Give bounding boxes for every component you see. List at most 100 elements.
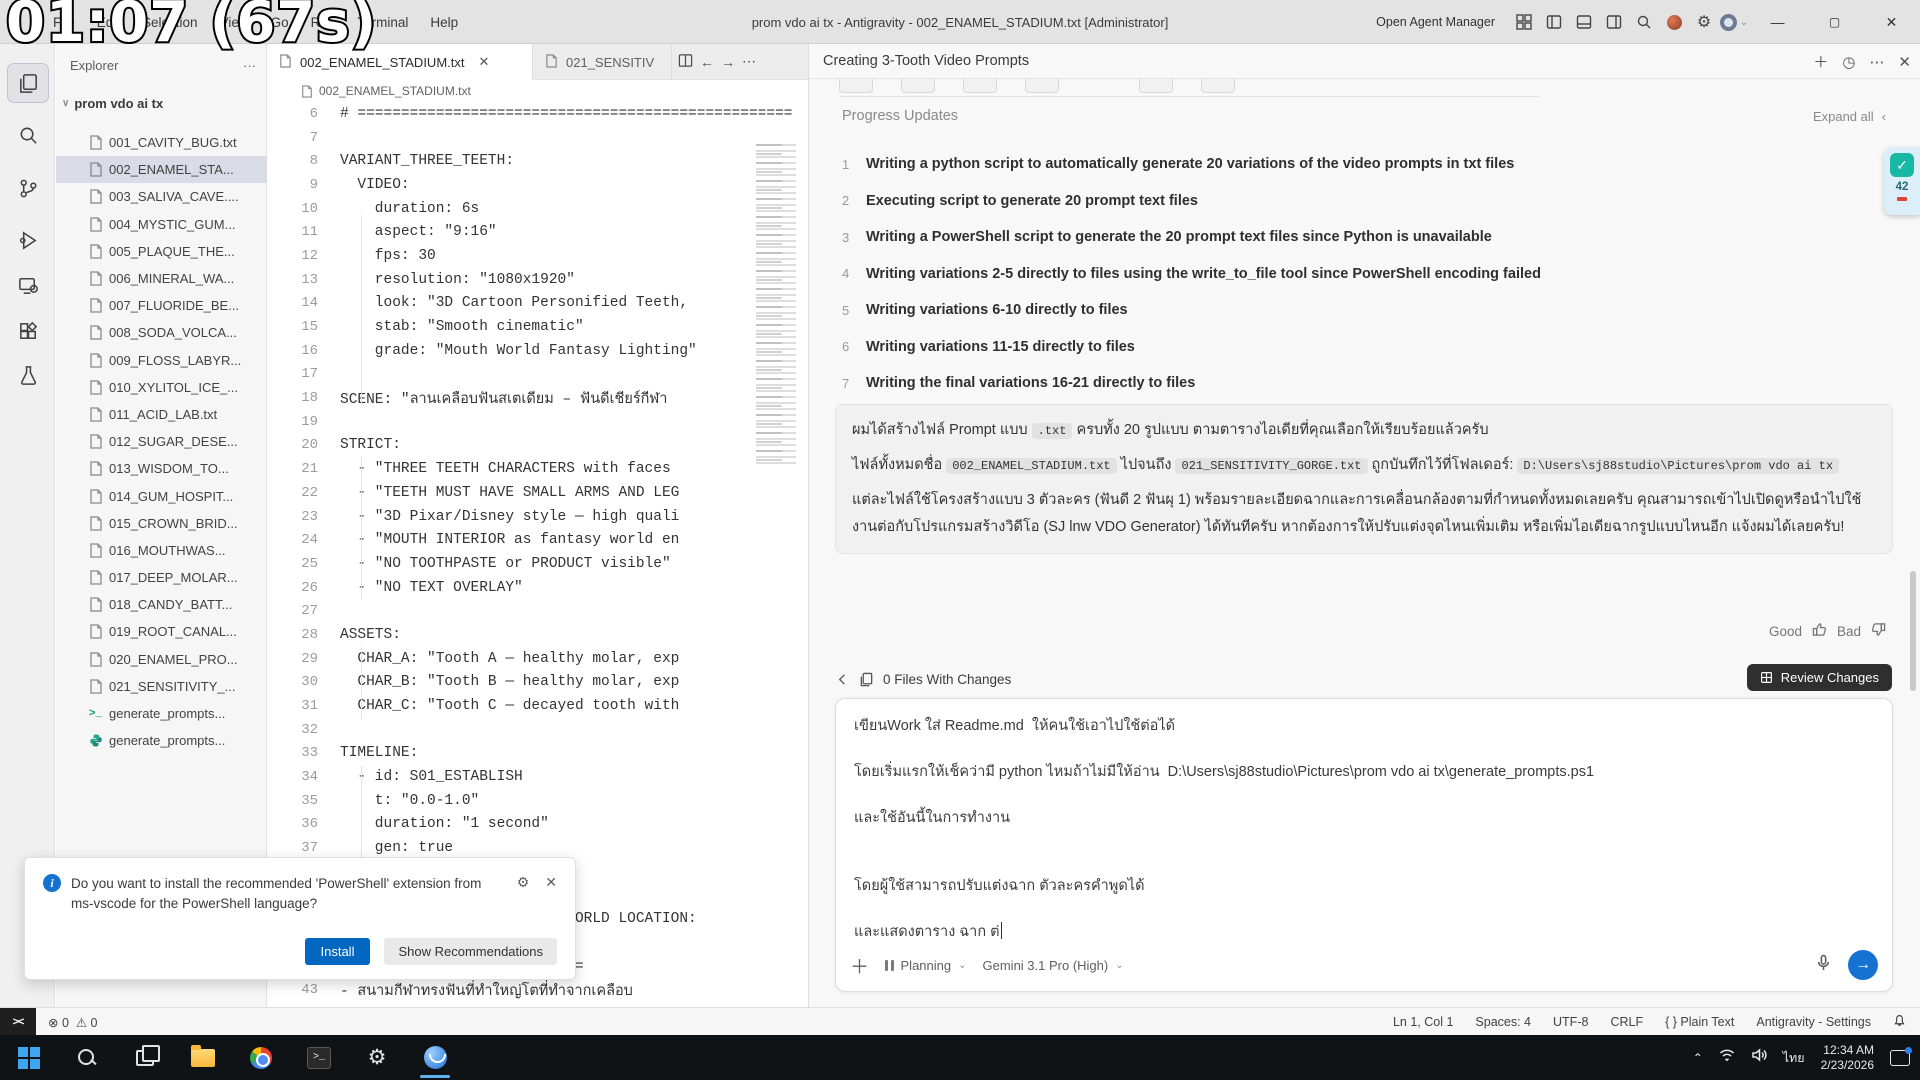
remote-explorer-icon[interactable] [8, 266, 48, 304]
code-line[interactable]: 23 - "3D Pixar/Disney style — high quali [267, 505, 808, 529]
hidden-icons-chevron[interactable]: ⌃ [1693, 1051, 1703, 1065]
split-editor-icon[interactable] [678, 53, 693, 71]
agent-grid-icon[interactable] [1509, 8, 1539, 36]
install-button[interactable]: Install [305, 938, 371, 965]
show-recommendations-button[interactable]: Show Recommendations [384, 938, 557, 965]
notification-close-icon[interactable]: ✕ [545, 874, 557, 914]
editor-more-icon[interactable]: ⋯ [742, 53, 756, 70]
panel-more-icon[interactable]: ⋯ [1869, 53, 1884, 71]
thumbs-up-icon[interactable] [1812, 622, 1827, 640]
file-row[interactable]: 012_SUGAR_DESE... [56, 428, 267, 455]
file-row[interactable]: 018_CANDY_BATT... [56, 591, 267, 618]
nav-back-icon[interactable]: ← [700, 54, 714, 70]
file-row[interactable]: 017_DEEP_MOLAR... [56, 564, 267, 591]
search-icon[interactable] [1629, 8, 1659, 36]
file-row[interactable]: 011_ACID_LAB.txt [56, 401, 267, 428]
extensions-icon[interactable] [8, 312, 48, 350]
minimize-button[interactable]: — [1749, 0, 1806, 44]
toggle-panel-icon[interactable] [1569, 8, 1599, 36]
edge-widget[interactable]: ✓ 42 [1884, 147, 1920, 215]
file-row[interactable]: 021_SENSITIVITY_... [56, 673, 267, 700]
status-item[interactable]: Spaces: 4 [1475, 1015, 1531, 1029]
language-indicator[interactable]: ไทย [1783, 1048, 1805, 1068]
task-view-icon[interactable] [116, 1035, 174, 1080]
test-flask-icon[interactable] [8, 356, 48, 394]
file-row[interactable]: >_generate_prompts... [56, 700, 267, 727]
code-line[interactable]: 43- สนามกีฬาทรงฟันที่ทำใหญ่โตที่ทำจากเคล… [267, 978, 808, 1002]
explorer-more-icon[interactable]: ··· [243, 58, 256, 73]
toggle-sidebar-icon[interactable] [1539, 8, 1569, 36]
run-debug-icon[interactable] [8, 221, 48, 259]
review-changes-button[interactable]: Review Changes [1747, 664, 1892, 691]
file-row[interactable]: 016_MOUTHWAS... [56, 537, 267, 564]
back-arrow-icon[interactable] [835, 672, 850, 687]
account-avatar[interactable]: ⌄ [1719, 8, 1749, 36]
panel-scrollbar[interactable] [1910, 571, 1916, 691]
code-line[interactable]: 32 [267, 718, 808, 742]
bell-icon[interactable] [1893, 1014, 1906, 1030]
chat-input[interactable]: เขียนWork ใส่ Readme.md ให้คนใช้เอาไปใช้… [835, 698, 1893, 992]
file-row[interactable]: 004_MYSTIC_GUM... [56, 211, 267, 238]
workspace-folder[interactable]: ∨ prom vdo ai tx [62, 96, 163, 111]
maximize-button[interactable]: ▢ [1806, 0, 1863, 44]
start-button[interactable] [0, 1035, 58, 1080]
file-row[interactable]: 008_SODA_VOLCA... [56, 319, 267, 346]
code-line[interactable]: 7 [267, 126, 808, 150]
code-line[interactable]: 28ASSETS: [267, 623, 808, 647]
new-conversation-icon[interactable]: ＋ [1813, 51, 1828, 72]
assistant-orb-icon[interactable] [1659, 8, 1689, 36]
code-line[interactable]: 25 - "NO TOOTHPASTE or PRODUCT visible" [267, 552, 808, 576]
progress-item[interactable]: 7Writing the final variations 16-21 dire… [842, 365, 1842, 402]
nav-forward-icon[interactable]: → [721, 54, 735, 70]
clock[interactable]: 12:34 AM 2/23/2026 [1821, 1043, 1874, 1073]
thumbs-down-icon[interactable] [1871, 622, 1886, 640]
problems-indicator[interactable]: ⊗ 0 ⚠ 0 [48, 1015, 97, 1030]
code-line[interactable]: 33TIMELINE: [267, 742, 808, 766]
code-line[interactable]: 31 CHAR_C: "Tooth C — decayed tooth with [267, 694, 808, 718]
menu-help[interactable]: Help [421, 11, 467, 34]
code-line[interactable]: 13 resolution: "1080x1920" [267, 268, 808, 292]
status-item[interactable]: Ln 1, Col 1 [1393, 1015, 1453, 1029]
tab-021-sensitivity[interactable]: 021_SENSITIV [533, 44, 672, 80]
model-selector[interactable]: Gemini 3.1 Pro (High) ⌄ [983, 958, 1124, 973]
code-line[interactable]: 24 - "MOUTH INTERIOR as fantasy world en [267, 528, 808, 552]
code-line[interactable]: 35 t: "0.0-1.0" [267, 789, 808, 813]
code-line[interactable]: 15 stab: "Smooth cinematic" [267, 315, 808, 339]
code-line[interactable]: 30 CHAR_B: "Tooth B — healthy molar, exp [267, 671, 808, 695]
code-line[interactable]: 12 fps: 30 [267, 244, 808, 268]
toggle-secondary-sidebar-icon[interactable] [1599, 8, 1629, 36]
code-line[interactable]: 27 [267, 599, 808, 623]
send-button[interactable]: → [1848, 950, 1878, 980]
settings-gear-icon[interactable]: ⚙ [1689, 8, 1719, 36]
progress-item[interactable]: 4Writing variations 2-5 directly to file… [842, 256, 1842, 293]
code-line[interactable]: 36 duration: "1 second" [267, 813, 808, 837]
file-row[interactable]: 003_SALIVA_CAVE.... [56, 183, 267, 210]
status-item[interactable]: Antigravity - Settings [1756, 1015, 1871, 1029]
expand-all-button[interactable]: Expand all ‹ [1813, 109, 1886, 124]
history-icon[interactable]: ◷ [1842, 53, 1855, 71]
antigravity-app-icon[interactable] [406, 1035, 464, 1080]
panel-close-icon[interactable]: ✕ [1898, 53, 1911, 71]
file-row[interactable]: 019_ROOT_CANAL... [56, 618, 267, 645]
file-row[interactable]: 007_FLUORIDE_BE... [56, 292, 267, 319]
open-agent-manager-button[interactable]: Open Agent Manager [1376, 15, 1495, 29]
taskbar-search-icon[interactable] [58, 1035, 116, 1080]
status-item[interactable]: CRLF [1610, 1015, 1643, 1029]
add-context-icon[interactable]: ＋ [850, 952, 869, 979]
source-control-icon[interactable] [8, 169, 48, 207]
settings-app-icon[interactable]: ⚙ [348, 1035, 406, 1080]
minimap[interactable] [750, 144, 808, 464]
code-line[interactable]: 8VARIANT_THREE_TEETH: [267, 149, 808, 173]
remote-window-button[interactable]: >< [0, 1008, 36, 1036]
code-line[interactable]: 16 grade: "Mouth World Fantasy Lighting" [267, 339, 808, 363]
notifications-icon[interactable] [1890, 1050, 1910, 1066]
close-button[interactable]: ✕ [1863, 0, 1920, 44]
file-row[interactable]: 013_WISDOM_TO... [56, 455, 267, 482]
file-row[interactable]: 009_FLOSS_LABYR... [56, 347, 267, 374]
file-row[interactable]: 001_CAVITY_BUG.txt [56, 129, 267, 156]
code-line[interactable]: 22 - "TEETH MUST HAVE SMALL ARMS AND LEG [267, 481, 808, 505]
status-item[interactable]: { } Plain Text [1665, 1015, 1734, 1029]
progress-item[interactable]: 3Writing a PowerShell script to generate… [842, 219, 1842, 256]
network-icon[interactable] [1719, 1047, 1735, 1068]
status-item[interactable]: UTF-8 [1553, 1015, 1588, 1029]
